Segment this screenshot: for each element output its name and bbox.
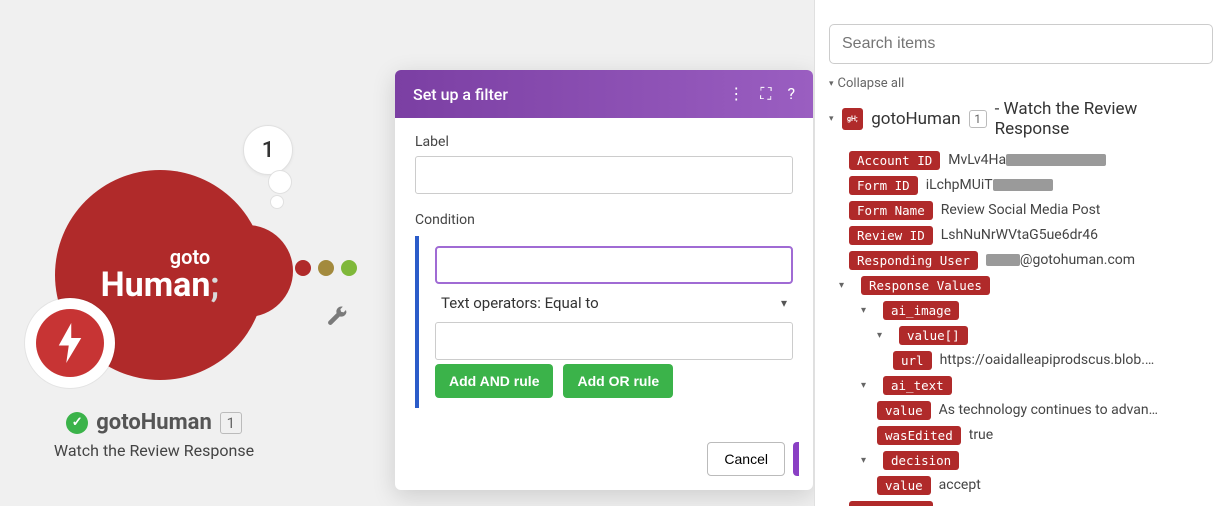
dot-icon	[341, 260, 357, 276]
field-row-expandable[interactable]: ▾ ai_image	[861, 299, 1213, 321]
dot-icon	[295, 260, 311, 276]
redacted-icon	[1006, 154, 1106, 166]
field-row-expandable[interactable]: ▾ value[]	[877, 324, 1213, 346]
field-key: value[]	[899, 326, 968, 345]
field-row[interactable]: Review ID LshNuNrWVtaG5ue6dr46	[849, 224, 1213, 246]
gotohuman-mini-logo-icon: gH;	[842, 108, 864, 130]
bolt-icon	[36, 309, 104, 377]
field-row[interactable]: Account ID MvLv4Ha	[849, 149, 1213, 171]
redacted-icon	[986, 254, 1020, 266]
label-input[interactable]	[415, 156, 793, 194]
tree-count: 1	[969, 110, 987, 128]
modal-title: Set up a filter	[413, 85, 508, 104]
add-and-rule-button[interactable]: Add AND rule	[435, 364, 553, 398]
field-key: Form ID	[849, 176, 918, 195]
field-value: MvLv4Ha	[948, 152, 1106, 168]
field-row-expandable[interactable]: ▾ Response Values	[839, 274, 1213, 296]
run-count-bubble[interactable]: 1	[243, 125, 293, 175]
data-tree: Account ID MvLv4Ha Form ID iLchpMUiT For…	[829, 149, 1213, 506]
trigger-badge	[25, 298, 115, 388]
triangle-down-icon: ▾	[829, 114, 834, 124]
field-key: Meta Data	[849, 501, 933, 506]
add-or-rule-button[interactable]: Add OR rule	[563, 364, 673, 398]
tree-app-name: gotoHuman	[871, 109, 960, 129]
field-value: iLchpMUiT	[926, 177, 1053, 193]
triangle-down-icon: ▾	[861, 305, 871, 316]
field-key: Responding User	[849, 251, 978, 270]
field-key: url	[893, 351, 932, 370]
ok-button-edge[interactable]	[793, 442, 799, 476]
triangle-down-icon: ▾	[877, 330, 887, 341]
node-run-count: 1	[220, 412, 242, 434]
logo-human: Human;	[101, 268, 220, 304]
cancel-button[interactable]: Cancel	[707, 442, 785, 476]
check-icon: ✓	[66, 412, 88, 434]
field-row[interactable]: Responding User @gotohuman.com	[849, 249, 1213, 271]
label-heading: Label	[415, 134, 793, 150]
field-key: ai_text	[883, 376, 952, 395]
field-row[interactable]: wasEdited true	[877, 424, 1213, 446]
modal-header: Set up a filter ⋮ ⛶ ?	[395, 70, 813, 118]
bubble-icon	[268, 170, 292, 194]
field-value: https://oaidalleapiprodscus.blob.core.wi…	[940, 352, 1160, 368]
field-row[interactable]: value accept	[877, 474, 1213, 496]
field-key: Account ID	[849, 151, 940, 170]
field-row[interactable]: url https://oaidalleapiprodscus.blob.cor…	[893, 349, 1213, 371]
connection-dots	[295, 260, 357, 276]
field-key: Review ID	[849, 226, 933, 245]
field-key: value	[877, 401, 931, 420]
condition-right-input[interactable]	[435, 322, 793, 360]
field-value: As technology continues to advance, the …	[939, 402, 1159, 418]
more-icon[interactable]: ⋮	[728, 84, 744, 104]
tree-header[interactable]: ▾ gH; gotoHuman 1 - Watch the Review Res…	[829, 99, 1213, 139]
node-name: gotoHuman	[96, 410, 212, 435]
triangle-down-icon: ▾	[861, 380, 871, 391]
operator-dropdown[interactable]: Text operators: Equal to ▾	[435, 284, 793, 322]
condition-heading: Condition	[415, 212, 793, 228]
field-row[interactable]: value As technology continues to advance…	[877, 399, 1213, 421]
workflow-canvas[interactable]: goto Human; 1 ✓ gotoHuman 1 Watch the Re…	[0, 0, 395, 506]
field-value: accept	[939, 477, 981, 493]
redacted-icon	[993, 179, 1053, 191]
collapse-all-label: Collapse all	[838, 76, 905, 91]
node-connector-out[interactable]	[247, 225, 293, 317]
node-label-block: ✓ gotoHuman 1 Watch the Review Response	[34, 410, 274, 460]
triangle-down-icon: ▾	[861, 455, 871, 466]
search-input[interactable]	[829, 24, 1213, 64]
operator-label: Text operators: Equal to	[441, 294, 599, 312]
field-key: Form Name	[849, 201, 933, 220]
field-key: wasEdited	[877, 426, 961, 445]
field-row-expandable[interactable]: ▾ decision	[861, 449, 1213, 471]
field-key: decision	[883, 451, 959, 470]
node-subtitle: Watch the Review Response	[34, 441, 274, 460]
help-icon[interactable]: ?	[787, 84, 795, 104]
wrench-icon[interactable]	[326, 305, 348, 333]
condition-block: Text operators: Equal to ▾ Add AND rule …	[415, 236, 793, 408]
field-value: @gotohuman.com	[986, 252, 1135, 268]
tree-suffix: - Watch the Review Response	[995, 99, 1213, 139]
field-value: LshNuNrWVtaG5ue6dr46	[941, 227, 1098, 243]
filter-modal: Set up a filter ⋮ ⛶ ? Label Condition Te…	[395, 70, 813, 490]
field-value: Review Social Media Post	[941, 202, 1101, 218]
data-panel: ▾ Collapse all ▾ gH; gotoHuman 1 - Watch…	[814, 0, 1227, 506]
field-key: Response Values	[861, 276, 990, 295]
dot-icon	[318, 260, 334, 276]
collapse-all-button[interactable]: ▾ Collapse all	[829, 76, 1213, 91]
field-key: ai_image	[883, 301, 959, 320]
field-value: true	[969, 427, 993, 443]
triangle-down-icon: ▾	[829, 79, 834, 89]
bubble-icon	[270, 195, 284, 209]
field-key: value	[877, 476, 931, 495]
gotohuman-logo: goto Human;	[101, 247, 220, 304]
field-row[interactable]: Form Name Review Social Media Post	[849, 199, 1213, 221]
expand-icon[interactable]: ⛶	[760, 84, 771, 104]
chevron-down-icon: ▾	[781, 296, 787, 310]
field-row[interactable]: Meta Data	[849, 499, 1213, 506]
triangle-down-icon: ▾	[839, 280, 849, 291]
field-row-expandable[interactable]: ▾ ai_text	[861, 374, 1213, 396]
field-row[interactable]: Form ID iLchpMUiT	[849, 174, 1213, 196]
condition-left-input[interactable]	[435, 246, 793, 284]
